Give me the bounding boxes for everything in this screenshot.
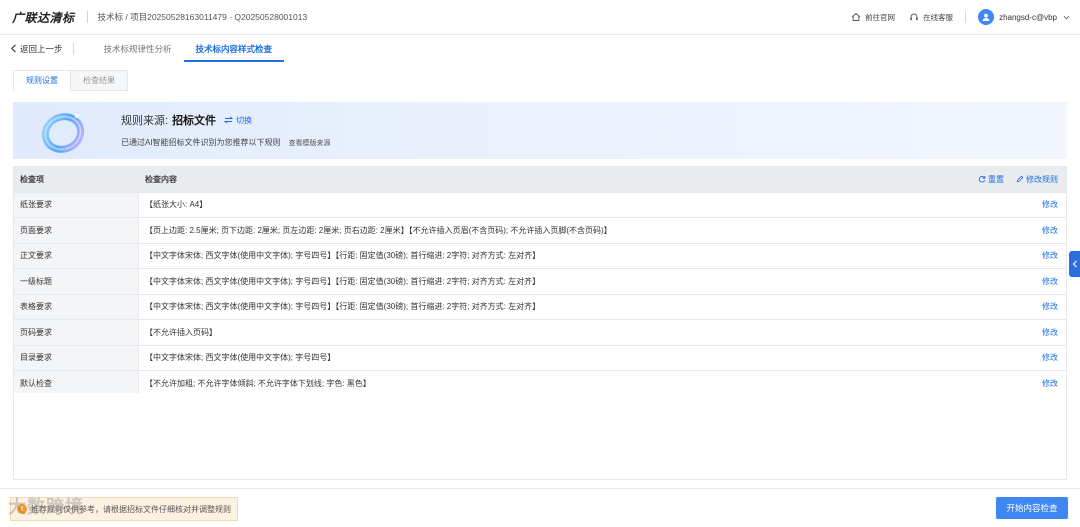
check-content-cell: 【中文字体宋体; 西文字体(使用中文字体); 字号四号】 修改 bbox=[138, 344, 1067, 371]
check-item-cell: 一级标题 bbox=[13, 268, 139, 295]
check-content-cell: 【页上边距: 2.5厘米; 页下边距: 2厘米; 页左边距: 2厘米; 页右边距… bbox=[138, 217, 1067, 244]
switch-label: 切换 bbox=[236, 115, 253, 125]
switch-source-button[interactable]: 切换 bbox=[224, 115, 252, 126]
tab-content-style-check[interactable]: 技术标内容样式检查 bbox=[183, 35, 285, 62]
rules-table: 检查项 检查内容 重置 修改规则 纸张要求 【纸张大小: A4】 修改 页面要求… bbox=[13, 166, 1067, 397]
header-divider bbox=[86, 11, 88, 23]
home-icon bbox=[851, 12, 861, 21]
view-template-source-link[interactable]: 查看模版来源 bbox=[289, 138, 331, 148]
user-icon bbox=[982, 13, 990, 21]
reset-label: 重置 bbox=[988, 174, 1004, 184]
edit-row-button[interactable]: 修改 bbox=[1042, 327, 1058, 338]
check-content-cell: 【纸张大小: A4】 修改 bbox=[138, 191, 1067, 218]
check-content-cell: 【中文字体宋体; 西文字体(使用中文字体); 字号四号】【行距: 固定值(30磅… bbox=[138, 242, 1067, 269]
warning-icon: ! bbox=[17, 504, 27, 514]
header-check-content-label: 检查内容 bbox=[145, 174, 177, 184]
back-button[interactable]: 返回上一步 bbox=[0, 35, 73, 62]
rule-source-banner: 规则来源: 招标文件 切换 已通过AI智能招标文件识别为您推荐以下规则 查看模版… bbox=[13, 102, 1067, 159]
official-site-link[interactable]: 前往官网 bbox=[851, 12, 895, 23]
recommend-hint-line: 已通过AI智能招标文件识别为您推荐以下规则 查看模版来源 bbox=[121, 137, 331, 148]
table-row: 正文要求 【中文字体宋体; 西文字体(使用中文字体); 字号四号】【行距: 固定… bbox=[13, 242, 1067, 269]
chevron-left-icon bbox=[10, 44, 16, 53]
table-row: 页面要求 【页上边距: 2.5厘米; 页下边距: 2厘米; 页左边距: 2厘米;… bbox=[13, 217, 1067, 244]
headset-icon bbox=[910, 13, 918, 20]
brand-logo[interactable]: 广联达清标 bbox=[12, 9, 75, 26]
table-empty-area bbox=[13, 393, 1067, 480]
ai-ring-illustration bbox=[41, 113, 85, 153]
check-item-cell: 页面要求 bbox=[13, 217, 139, 244]
recommend-notice: ! 推荐规则仅供参考，请根据招标文件仔细核对并调整规则 bbox=[10, 497, 238, 521]
modify-rules-button[interactable]: 修改规则 bbox=[1016, 174, 1058, 185]
online-service-link[interactable]: 在线客服 bbox=[909, 12, 953, 23]
check-content-cell: 【不允许插入页码】 修改 bbox=[138, 319, 1067, 346]
nav-bar: 返回上一步 技术标规律性分析 技术标内容样式检查 bbox=[0, 35, 1080, 63]
modify-rules-label: 修改规则 bbox=[1026, 174, 1058, 184]
check-content-text: 【中文字体宋体; 西文字体(使用中文字体); 字号四号】【行距: 固定值(30磅… bbox=[145, 302, 541, 312]
check-item-cell: 正文要求 bbox=[13, 242, 139, 269]
table-row: 一级标题 【中文字体宋体; 西文字体(使用中文字体); 字号四号】【行距: 固定… bbox=[13, 268, 1067, 295]
switch-icon bbox=[224, 116, 234, 124]
user-name: zhangsd-c@vbp bbox=[999, 12, 1057, 22]
check-content-text: 【中文字体宋体; 西文字体(使用中文字体); 字号四号】【行距: 固定值(30磅… bbox=[145, 276, 541, 286]
nav-divider bbox=[72, 42, 74, 55]
sub-tabs: 规则设置 检查结果 bbox=[13, 70, 128, 91]
table-row: 页码要求 【不允许插入页码】 修改 bbox=[13, 319, 1067, 346]
check-item-cell: 纸张要求 bbox=[13, 191, 139, 218]
back-label: 返回上一步 bbox=[20, 43, 63, 54]
online-service-label: 在线客服 bbox=[923, 12, 954, 22]
header-check-item: 检查项 bbox=[13, 166, 139, 193]
table-row: 表格要求 【中文字体宋体; 西文字体(使用中文字体); 字号四号】【行距: 固定… bbox=[13, 293, 1067, 320]
user-menu[interactable]: zhangsd-c@vbp bbox=[978, 9, 1070, 25]
edit-row-button[interactable]: 修改 bbox=[1042, 301, 1058, 312]
check-content-text: 【不允许加粗; 不允许字体倾斜; 不允许字体下划线; 字色: 黑色】 bbox=[145, 378, 371, 388]
check-item-cell: 表格要求 bbox=[13, 293, 139, 320]
tab-rule-settings[interactable]: 规则设置 bbox=[13, 70, 71, 91]
check-item-cell: 页码要求 bbox=[13, 319, 139, 346]
side-panel-toggle[interactable] bbox=[1069, 251, 1080, 277]
main-card: 规则设置 检查结果 规则来源: 招标文件 切换 已通过AI智能招标文件识别为您推… bbox=[0, 62, 1080, 488]
check-content-text: 【中文字体宋体; 西文字体(使用中文字体); 字号四号】【行距: 固定值(30磅… bbox=[145, 251, 541, 261]
check-content-cell: 【中文字体宋体; 西文字体(使用中文字体); 字号四号】【行距: 固定值(30磅… bbox=[138, 293, 1067, 320]
edit-icon bbox=[1016, 175, 1024, 183]
footer-bar: ! 推荐规则仅供参考，请根据招标文件仔细核对并调整规则 大数跨境 开始内容检查 bbox=[0, 488, 1080, 527]
table-header-row: 检查项 检查内容 重置 修改规则 bbox=[13, 166, 1067, 193]
top-header: 广联达清标 技术标 / 项目20250528163011479 - Q20250… bbox=[0, 0, 1080, 35]
edit-row-button[interactable]: 修改 bbox=[1042, 250, 1058, 261]
start-check-button[interactable]: 开始内容检查 bbox=[996, 497, 1068, 519]
header-check-content: 检查内容 重置 修改规则 bbox=[138, 166, 1067, 193]
tab-check-results[interactable]: 检查结果 bbox=[70, 70, 128, 91]
table-row: 纸张要求 【纸张大小: A4】 修改 bbox=[13, 191, 1067, 218]
edit-row-button[interactable]: 修改 bbox=[1042, 352, 1058, 363]
check-content-text: 【页上边距: 2.5厘米; 页下边距: 2厘米; 页左边距: 2厘米; 页右边距… bbox=[145, 225, 612, 235]
official-site-label: 前往官网 bbox=[865, 12, 896, 22]
table-row: 目录要求 【中文字体宋体; 西文字体(使用中文字体); 字号四号】 修改 bbox=[13, 344, 1067, 371]
tab-regularity-analysis[interactable]: 技术标规律性分析 bbox=[92, 35, 184, 62]
rule-source-label: 规则来源: bbox=[121, 115, 169, 127]
edit-row-button[interactable]: 修改 bbox=[1042, 276, 1058, 287]
check-content-text: 【不允许插入页码】 bbox=[145, 327, 217, 337]
rule-source-line: 规则来源: 招标文件 切换 bbox=[121, 112, 252, 128]
edit-row-button[interactable]: 修改 bbox=[1042, 378, 1058, 389]
rule-source-value: 招标文件 bbox=[172, 115, 217, 127]
table-actions: 重置 修改规则 bbox=[966, 174, 1058, 185]
check-content-text: 【中文字体宋体; 西文字体(使用中文字体); 字号四号】 bbox=[145, 353, 336, 363]
edit-row-button[interactable]: 修改 bbox=[1042, 225, 1058, 236]
chevron-left-icon bbox=[1072, 260, 1077, 268]
chevron-down-icon bbox=[1063, 15, 1070, 19]
reset-button[interactable]: 重置 bbox=[978, 174, 1004, 185]
header-actions: 前往官网 在线客服 zhangsd-c@vbp bbox=[837, 0, 1070, 34]
check-content-cell: 【中文字体宋体; 西文字体(使用中文字体); 字号四号】【行距: 固定值(30磅… bbox=[138, 268, 1067, 295]
edit-row-button[interactable]: 修改 bbox=[1042, 199, 1058, 210]
recommend-hint: 已通过AI智能招标文件识别为您推荐以下规则 bbox=[121, 138, 281, 147]
header-divider bbox=[965, 11, 967, 23]
avatar bbox=[978, 9, 995, 25]
recommend-notice-text: 推荐规则仅供参考，请根据招标文件仔细核对并调整规则 bbox=[31, 504, 231, 514]
check-item-cell: 目录要求 bbox=[13, 344, 139, 371]
breadcrumb: 技术标 / 项目20250528163011479 - Q20250528001… bbox=[97, 12, 308, 22]
check-content-text: 【纸张大小: A4】 bbox=[145, 200, 208, 210]
refresh-icon bbox=[978, 176, 986, 183]
